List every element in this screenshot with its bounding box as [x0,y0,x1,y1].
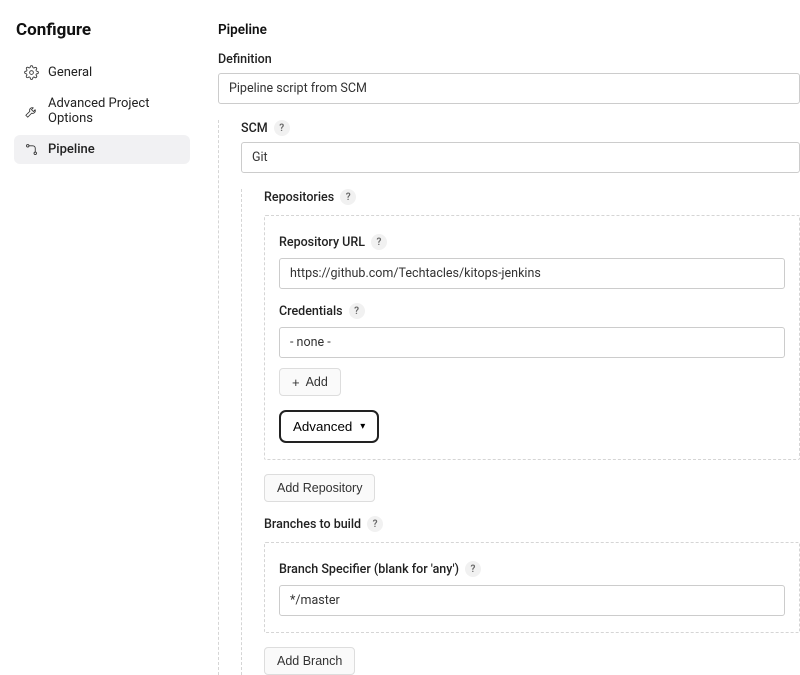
sidebar-item-advanced-options[interactable]: Advanced Project Options [14,89,190,133]
branch-specifier-label: Branch Specifier (blank for 'any') [279,562,459,577]
sidebar-item-general[interactable]: General [14,58,190,87]
sidebar-item-pipeline[interactable]: Pipeline [14,135,190,164]
sidebar: Configure General Advanced Project Optio… [0,0,200,675]
pipeline-icon [24,142,39,157]
branches-label: Branches to build [264,517,361,532]
help-icon[interactable]: ? [371,234,387,250]
sidebar-item-label: Pipeline [48,142,95,157]
help-icon[interactable]: ? [349,303,365,319]
help-icon[interactable]: ? [367,516,383,532]
help-icon[interactable]: ? [274,120,290,136]
advanced-button[interactable]: Advanced ▾ [279,410,379,443]
repository-box: Repository URL ? Credentials ? - none - … [264,215,800,460]
scm-select[interactable]: Git [241,142,800,173]
sidebar-item-label: General [48,65,92,80]
plus-icon: + [292,376,300,389]
add-repository-button[interactable]: Add Repository [264,474,375,502]
main-content: Pipeline Definition Pipeline script from… [200,0,800,675]
repositories-section: Repositories ? Repository URL ? Credenti… [241,189,800,675]
credentials-select[interactable]: - none - [279,327,785,358]
help-icon[interactable]: ? [465,561,481,577]
wrench-icon [24,104,39,119]
chevron-down-icon: ▾ [360,421,365,432]
repo-url-input[interactable] [279,258,785,289]
definition-label: Definition [218,52,800,67]
gear-icon [24,65,39,80]
scm-section: SCM ? Git Repositories ? Repository URL … [218,120,800,675]
advanced-label: Advanced [293,419,352,434]
scm-label: SCM [241,121,268,136]
add-branch-button[interactable]: Add Branch [264,647,355,675]
add-label: Add [306,375,328,389]
repositories-label: Repositories [264,190,334,205]
branch-specifier-input[interactable] [279,585,785,616]
configure-heading: Configure [14,20,190,40]
branch-box: Branch Specifier (blank for 'any') ? [264,542,800,633]
credentials-label: Credentials [279,304,343,319]
sidebar-item-label: Advanced Project Options [48,96,180,126]
definition-select[interactable]: Pipeline script from SCM [218,73,800,104]
help-icon[interactable]: ? [340,189,356,205]
page-title: Pipeline [218,22,800,38]
repo-url-label: Repository URL [279,235,365,250]
add-credentials-button[interactable]: + Add [279,368,341,396]
